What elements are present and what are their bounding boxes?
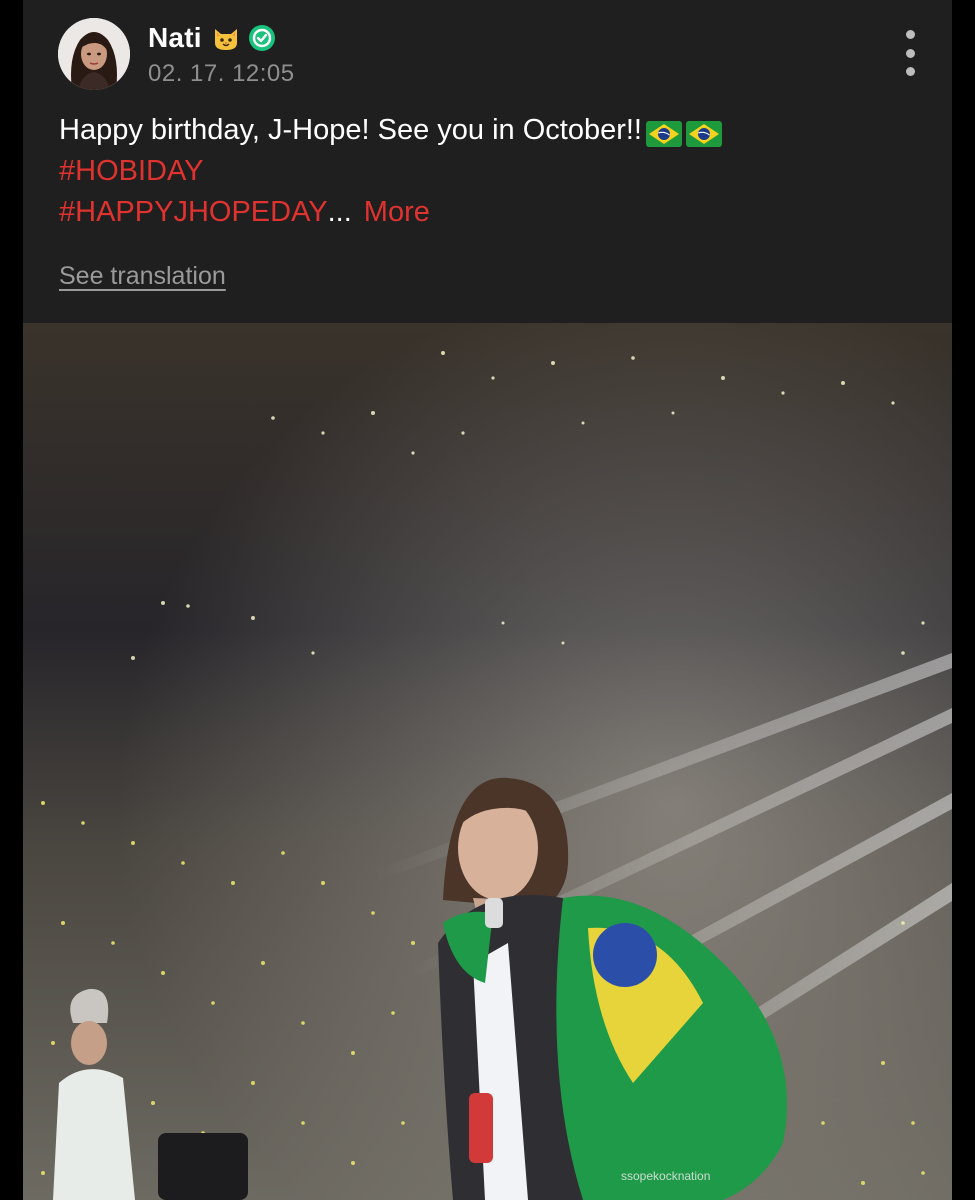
author-info: Nati 02. 17. 12:05 xyxy=(148,20,295,88)
brazil-flag-icon xyxy=(646,118,682,147)
post-body-text: Happy birthday, J-Hope! See you in Octob… xyxy=(59,114,642,146)
avatar[interactable] xyxy=(58,18,130,90)
more-link[interactable]: More xyxy=(364,192,430,233)
post-text-line: Happy birthday, J-Hope! See you in Octob… xyxy=(59,110,929,151)
post-header: Nati 02. 17. 12:05 xyxy=(58,17,295,91)
screen: Nati 02. 17. 12:05 Happy birthday, J-Hop… xyxy=(0,0,975,1200)
author-name[interactable]: Nati xyxy=(148,22,202,54)
author-name-row: Nati xyxy=(148,20,295,56)
image-watermark: ssopekocknation xyxy=(621,1169,710,1183)
post-text-line: #HOBIDAY xyxy=(59,151,929,192)
hashtag-link[interactable]: #HAPPYJHOPEDAY xyxy=(59,192,328,233)
cat-face-emoji-icon xyxy=(211,23,241,53)
post-card: Nati 02. 17. 12:05 Happy birthday, J-Hop… xyxy=(23,0,952,1200)
post-text-line: #HAPPYJHOPEDAY ... More xyxy=(59,192,929,233)
post-image[interactable]: ssopekocknation xyxy=(23,323,952,1200)
verified-icon xyxy=(248,24,276,52)
brazil-flag-icon xyxy=(686,118,722,147)
post-date: 02. 17. 12:05 xyxy=(148,60,295,87)
post-text: Happy birthday, J-Hope! See you in Octob… xyxy=(59,110,929,233)
see-translation-link[interactable]: See translation xyxy=(59,262,226,291)
more-options-icon[interactable] xyxy=(898,30,922,76)
hashtag-link[interactable]: #HOBIDAY xyxy=(59,151,204,192)
ellipsis: ... xyxy=(327,196,352,228)
